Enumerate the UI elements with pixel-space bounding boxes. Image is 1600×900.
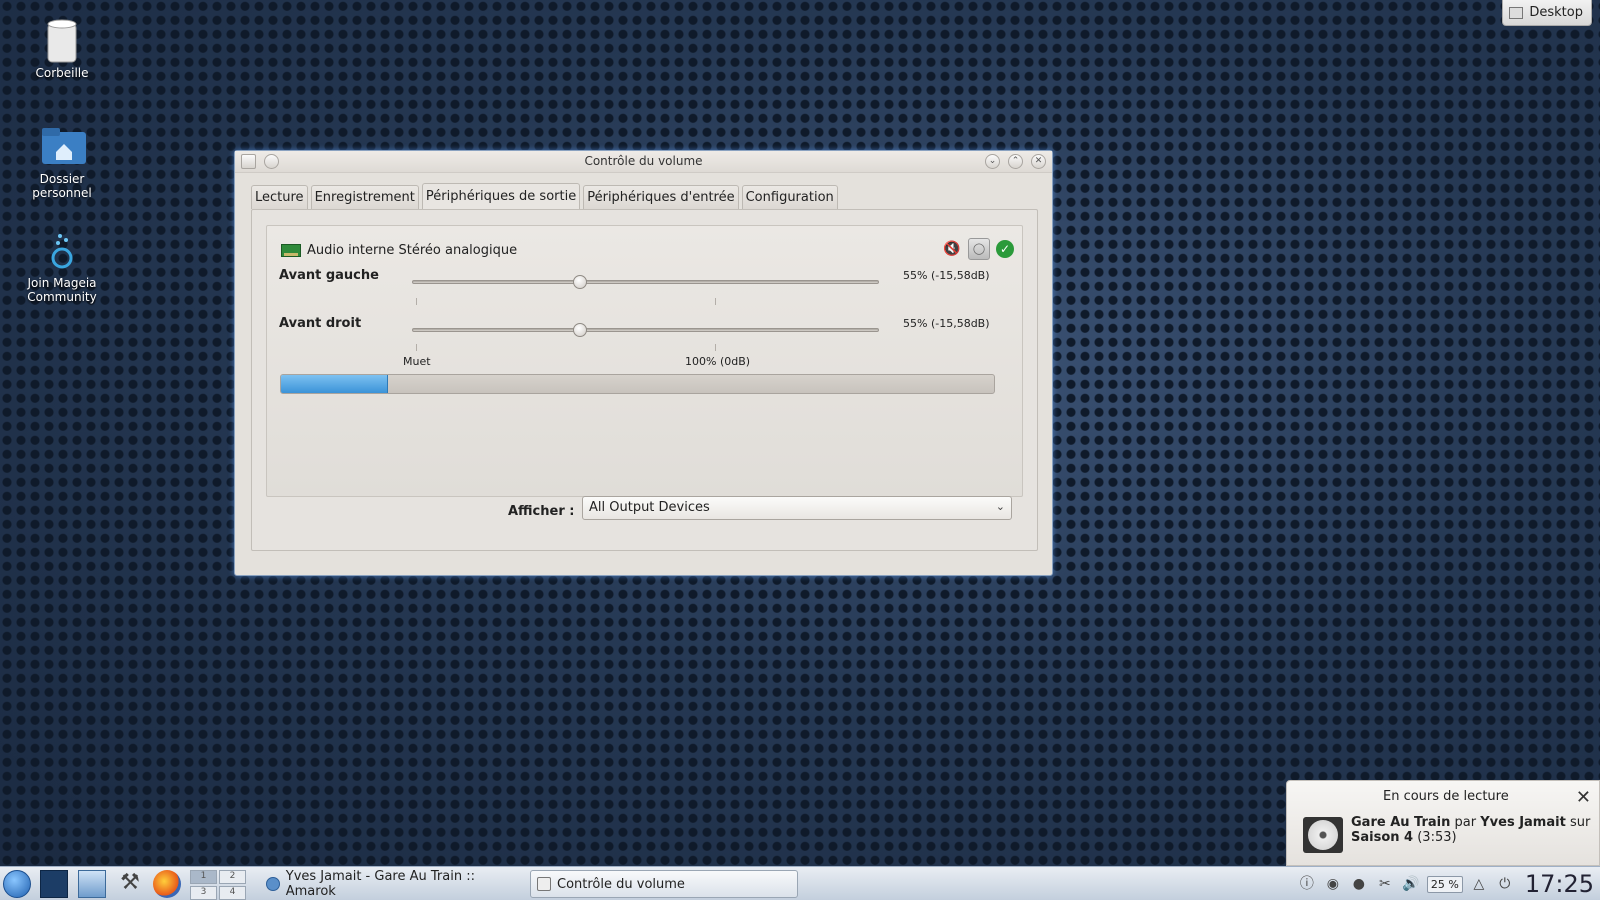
channel-value-right: 55% (-15,58dB)	[903, 317, 990, 330]
maximize-button[interactable]: ⌃	[1008, 154, 1023, 169]
tab-panel: Audio interne Stéréo analogique 🔇 ◯ ✓ Av…	[251, 209, 1038, 551]
slider-tick	[416, 344, 417, 351]
artist-name: Yves Jamait	[1480, 815, 1566, 830]
notification-title: En cours de lecture	[1383, 789, 1509, 804]
select-value: All Output Devices	[589, 500, 710, 515]
close-icon[interactable]: ✕	[1576, 787, 1591, 808]
volume-slider-right[interactable]	[412, 323, 879, 337]
track-duration: (3:53)	[1417, 830, 1457, 845]
mageia-logo-icon	[40, 228, 84, 272]
taskbar: ⚒ 1 2 3 4 Yves Jamait - Gare Au Train ::…	[0, 866, 1600, 900]
chevron-down-icon: ⌄	[995, 500, 1005, 513]
lock-channels-icon[interactable]: ◯	[968, 238, 990, 260]
device-filter-select[interactable]: All Output Devices ⌄	[582, 496, 1012, 520]
application-launcher-icon[interactable]	[3, 870, 31, 898]
window-title: Contrôle du volume	[584, 154, 703, 168]
minimize-button[interactable]: ⌄	[985, 154, 1000, 169]
device-name: Audio interne Stéréo analogique	[307, 243, 518, 258]
control-center-icon[interactable]: ⚒	[116, 870, 144, 898]
tab-label: Lecture	[255, 190, 304, 205]
peak-meter-fill	[281, 375, 388, 393]
desktop-1[interactable]: 1	[190, 870, 217, 884]
desktop-4[interactable]: 4	[219, 886, 246, 900]
desktop-icon-home-folder[interactable]: Dossier personnel	[12, 124, 112, 200]
tab-label: Enregistrement	[314, 190, 415, 205]
home-folder-icon	[40, 124, 86, 168]
firefox-icon[interactable]	[153, 870, 181, 898]
task-amarok[interactable]: Yves Jamait - Gare Au Train :: Amarok	[260, 869, 524, 899]
desktop-3[interactable]: 3	[190, 886, 217, 900]
slider-thumb[interactable]	[573, 275, 587, 289]
show-label: Afficher :	[508, 504, 575, 519]
slider-thumb[interactable]	[573, 323, 587, 337]
tab-enregistrement[interactable]: Enregistrement	[310, 185, 419, 209]
slider-tick	[416, 298, 417, 305]
update-icon[interactable]: ◉	[1323, 874, 1343, 894]
system-monitor-icon[interactable]	[78, 870, 106, 898]
notification-body: Gare Au Train par Yves Jamait sur Saison…	[1351, 815, 1591, 845]
channel-label-right: Avant droit	[279, 316, 362, 331]
info-icon[interactable]: ⓘ	[1297, 874, 1317, 894]
virtual-desktop-pager: 1 2 3 4	[190, 870, 246, 900]
desktop-2[interactable]: 2	[219, 870, 246, 884]
desktop-toolbox-button[interactable]: Desktop	[1502, 0, 1592, 26]
channel-label-left: Avant gauche	[279, 268, 379, 283]
channel-value-left: 55% (-15,58dB)	[903, 269, 990, 282]
close-button[interactable]: ✕	[1031, 154, 1046, 169]
task-label: Yves Jamait - Gare Au Train :: Amarok	[285, 869, 475, 899]
task-volume-control[interactable]: Contrôle du volume	[530, 870, 798, 898]
network-icon[interactable]: ●	[1349, 874, 1369, 894]
window-titlebar[interactable]: Contrôle du volume ⌄ ⌃ ✕	[235, 151, 1052, 173]
terminal-icon[interactable]	[40, 870, 68, 898]
now-playing-notification: En cours de lecture ✕ Gare Au Train par …	[1286, 780, 1600, 866]
desktop-icon-label: Dossier personnel	[32, 172, 92, 200]
device-card: Audio interne Stéréo analogique 🔇 ◯ ✓ Av…	[266, 225, 1023, 497]
volume-slider-left[interactable]	[412, 275, 879, 289]
slider-tick	[715, 344, 716, 351]
clock[interactable]: 17:25	[1521, 870, 1594, 898]
desktop-icon-mageia[interactable]: Join Mageia Community	[12, 228, 112, 304]
tab-lecture[interactable]: Lecture	[251, 185, 308, 209]
scale-label-mute: Muet	[403, 355, 431, 368]
desktop-button-label: Desktop	[1529, 5, 1583, 20]
lock-logout-icon[interactable]: ⏻	[1495, 874, 1515, 894]
volume-icon[interactable]: 🔊	[1401, 874, 1421, 894]
tab-peripheriques-entree[interactable]: Périphériques d'entrée	[583, 185, 739, 209]
tab-peripheriques-sortie[interactable]: Périphériques de sortie	[421, 183, 581, 209]
tab-configuration[interactable]: Configuration	[741, 185, 838, 209]
task-label: Contrôle du volume	[557, 876, 685, 892]
slider-tick	[715, 298, 716, 305]
track-title: Gare Au Train	[1351, 815, 1451, 830]
trash-icon	[40, 18, 84, 63]
scale-label-full: 100% (0dB)	[685, 355, 751, 368]
desktop-icon-label: Join Mageia Community	[27, 276, 97, 304]
by-text: par	[1454, 815, 1477, 830]
expand-tray-icon[interactable]: △	[1469, 874, 1489, 894]
klipper-icon[interactable]: ✂	[1375, 874, 1395, 894]
tab-label: Périphériques d'entrée	[587, 190, 735, 205]
mute-toggle-icon[interactable]: 🔇	[942, 239, 962, 259]
tab-label: Périphériques de sortie	[425, 189, 577, 204]
on-text: sur	[1569, 815, 1591, 830]
album-cover-icon	[1303, 817, 1343, 853]
default-device-icon[interactable]: ✓	[996, 240, 1014, 258]
volume-control-window: Contrôle du volume ⌄ ⌃ ✕ Lecture Enregis…	[234, 150, 1053, 576]
sound-card-icon	[281, 244, 301, 257]
peak-meter	[280, 374, 995, 394]
tab-label: Configuration	[745, 190, 834, 205]
system-tray: ⓘ ◉ ● ✂ 🔊 25 % △ ⏻ 17:25	[1297, 867, 1600, 900]
desktop-icon-label: Corbeille	[35, 66, 89, 80]
battery-indicator[interactable]: 25 %	[1426, 875, 1463, 893]
volume-control-app-icon	[537, 877, 551, 891]
desktop-icon-trash[interactable]: Corbeille	[12, 18, 112, 80]
tab-bar: Lecture Enregistrement Périphériques de …	[251, 183, 838, 209]
desktop-icon	[1509, 6, 1524, 19]
album-name: Saison 4	[1351, 830, 1414, 845]
amarok-icon	[266, 877, 280, 891]
